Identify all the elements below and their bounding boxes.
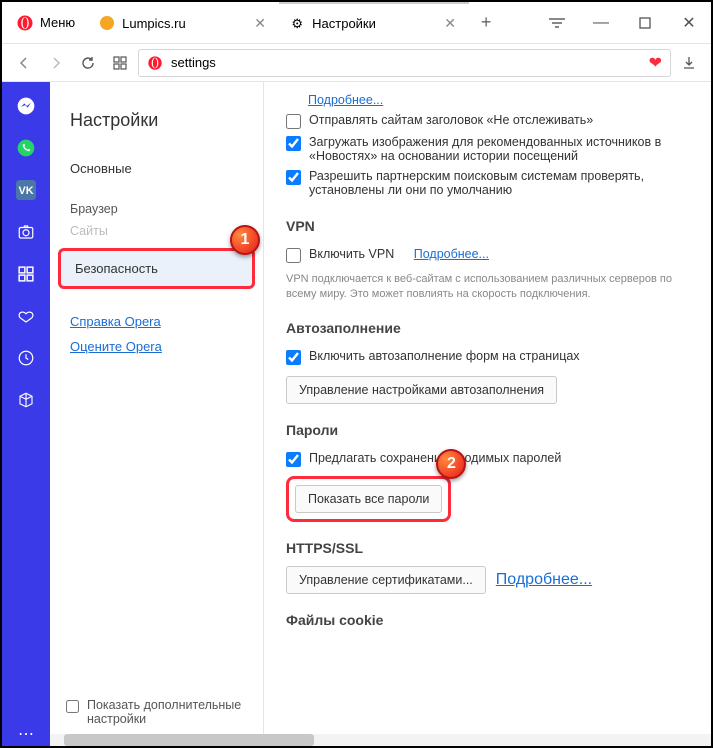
reload-button[interactable] [74,49,102,77]
opera-logo-icon [16,14,34,32]
back-button[interactable] [10,49,38,77]
title-bar: Меню Lumpics.ru ✕ ⚙ Настройки ✕ + — ✕ [2,2,711,44]
settings-main: Подробнее... Отправлять сайтам заголовок… [264,82,711,746]
show-passwords-highlight: Показать все пароли 2 [286,476,451,522]
dnt-checkbox[interactable] [286,114,301,129]
lumpics-favicon-icon [99,15,115,31]
sidebar-link-help[interactable]: Справка Opera [50,309,263,334]
address-field-wrapper: ❤ [138,49,671,77]
whatsapp-icon[interactable] [14,136,38,160]
opt-save-passwords[interactable]: Предлагать сохранение вводимых паролей [286,448,689,470]
history-icon[interactable] [14,346,38,370]
sidebar-item-browser[interactable]: Браузер [50,198,263,220]
opt-partner-search[interactable]: Разрешить партнерским поисковым системам… [286,166,689,200]
autofill-checkbox[interactable] [286,350,301,365]
save-pwd-checkbox[interactable] [286,452,301,467]
partner-search-checkbox[interactable] [286,170,301,185]
load-images-label: Загружать изображения для рекомендованны… [309,135,689,163]
tab-title: Настройки [312,16,434,31]
vpn-checkbox[interactable] [286,248,301,263]
vk-icon[interactable]: VK [14,178,38,202]
callout-badge-2: 2 [436,449,466,479]
speed-dial-button[interactable] [106,49,134,77]
dnt-label: Отправлять сайтам заголовок «Не отслежив… [309,113,593,127]
opt-load-images[interactable]: Загружать изображения для рекомендованны… [286,132,689,166]
extensions-icon[interactable] [14,262,38,286]
vpn-label: Включить VPN [309,247,394,261]
manage-certificates-button[interactable]: Управление сертификатами... [286,566,486,594]
horizontal-scrollbar[interactable] [50,734,711,746]
close-tab-icon[interactable]: ✕ [441,15,459,33]
show-advanced-checkbox[interactable] [66,700,79,713]
save-pwd-label: Предлагать сохранение вводимых паролей [309,451,561,465]
section-passwords-title: Пароли [286,422,689,438]
partner-search-label: Разрешить партнерским поисковым системам… [309,169,689,197]
sidebar-item-label: Безопасность [75,261,158,276]
sidebar-link-rate[interactable]: Оцените Opera [50,334,263,359]
vpn-more-link[interactable]: Подробнее... [414,247,489,261]
minimize-button[interactable]: — [579,2,623,43]
bookmark-heart-icon[interactable]: ❤ [649,53,662,73]
settings-sidebar: Настройки Основные Браузер Сайты Безопас… [50,82,264,746]
close-tab-icon[interactable]: ✕ [251,14,269,32]
autofill-label: Включить автозаполнение форм на страница… [309,349,580,363]
new-tab-button[interactable]: + [469,2,503,43]
maximize-button[interactable] [623,2,667,43]
bookmarks-icon[interactable] [14,304,38,328]
opt-vpn-enable[interactable]: Включить VPN Подробнее... [286,244,689,266]
sidebar-title: Настройки [50,82,263,147]
address-bar: ❤ [2,44,711,82]
https-more-link[interactable]: Подробнее... [496,571,592,589]
load-images-checkbox[interactable] [286,136,301,151]
sidebar-item-security[interactable]: Безопасность 1 [58,248,255,289]
autofill-manage-button[interactable]: Управление настройками автозаполнения [286,376,557,404]
opt-do-not-track[interactable]: Отправлять сайтам заголовок «Не отслежив… [286,110,689,132]
messenger-icon[interactable] [14,94,38,118]
screenshot-icon[interactable] [14,220,38,244]
tab-title: Lumpics.ru [122,16,244,31]
content-area: VK ⋯ Настройки Основные Браузер Сайты Бе… [2,82,711,746]
menu-button[interactable]: Меню [2,2,89,43]
rail-more-icon[interactable]: ⋯ [14,722,38,746]
callout-badge-1: 1 [230,225,260,255]
section-cookies-title: Файлы cookie [286,612,689,628]
gear-icon: ⚙ [289,16,305,32]
vpn-note: VPN подключается к веб-сайтам с использо… [286,266,689,302]
close-window-button[interactable]: ✕ [667,2,711,43]
show-all-passwords-button[interactable]: Показать все пароли [295,485,442,513]
left-rail: VK ⋯ [2,82,50,746]
address-input[interactable] [171,55,641,70]
svg-text:VK: VK [18,185,33,197]
forward-button[interactable] [42,49,70,77]
easy-setup-icon[interactable] [535,2,579,43]
window-controls: — ✕ [535,2,711,43]
menu-label: Меню [40,15,75,30]
privacy-more-link[interactable]: Подробнее... [308,93,383,107]
sidebar-list: Основные Браузер Сайты Безопасность 1 Сп… [50,147,263,359]
section-autofill-title: Автозаполнение [286,320,689,336]
scrollbar-thumb[interactable] [64,734,314,746]
show-advanced-label: Показать дополнительные настройки [87,698,247,726]
extensions-cube-icon[interactable] [14,388,38,412]
tab-lumpics[interactable]: Lumpics.ru ✕ [89,2,279,43]
section-vpn-title: VPN [286,218,689,234]
downloads-button[interactable] [675,49,703,77]
section-https-title: HTTPS/SSL [286,540,689,556]
tab-settings[interactable]: ⚙ Настройки ✕ [279,2,469,43]
sidebar-item-basic[interactable]: Основные [50,147,263,182]
opt-autofill-enable[interactable]: Включить автозаполнение форм на страница… [286,346,689,368]
tab-strip: Lumpics.ru ✕ ⚙ Настройки ✕ + [89,2,535,43]
opera-badge-icon [147,55,163,71]
